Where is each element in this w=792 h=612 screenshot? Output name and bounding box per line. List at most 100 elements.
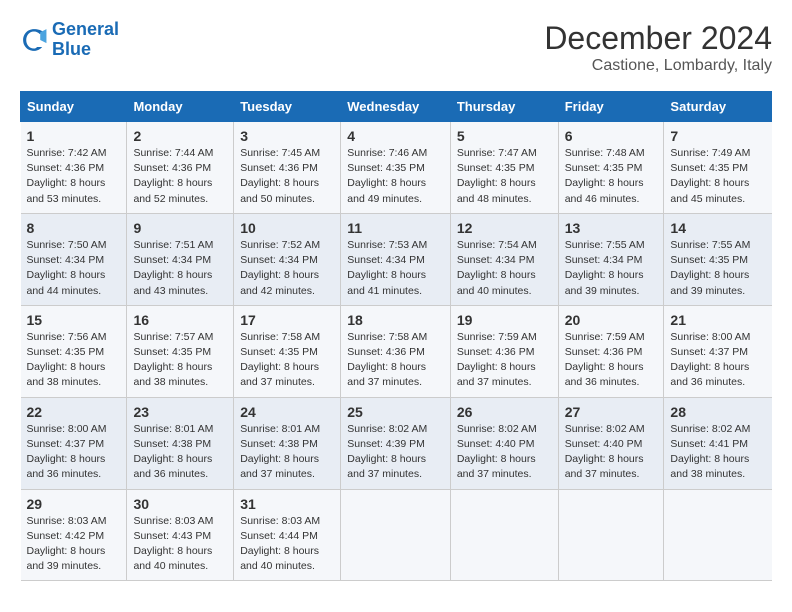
calendar-cell: [341, 489, 451, 581]
calendar-cell: [558, 489, 664, 581]
day-info: Sunrise: 7:55 AMSunset: 4:34 PMDaylight:…: [565, 238, 658, 299]
location: Castione, Lombardy, Italy: [544, 57, 772, 75]
calendar-week-5: 29Sunrise: 8:03 AMSunset: 4:42 PMDayligh…: [21, 489, 772, 581]
day-info: Sunrise: 7:51 AMSunset: 4:34 PMDaylight:…: [133, 238, 227, 299]
logo-icon: [20, 26, 48, 54]
calendar-cell: 6 Sunrise: 7:48 AMSunset: 4:35 PMDaylight…: [558, 122, 664, 214]
title-block: December 2024 Castione, Lombardy, Italy: [544, 20, 772, 75]
day-number: 21: [670, 312, 765, 328]
day-number: 28: [670, 404, 765, 420]
calendar-cell: 17 Sunrise: 7:58 AMSunset: 4:35 PMDayligh…: [234, 305, 341, 397]
day-number: 25: [347, 404, 444, 420]
day-info: Sunrise: 7:44 AMSunset: 4:36 PMDaylight:…: [133, 146, 227, 207]
weekday-header-monday: Monday: [127, 92, 234, 122]
day-number: 12: [457, 220, 552, 236]
calendar-cell: 14 Sunrise: 7:55 AMSunset: 4:35 PMDayligh…: [664, 213, 772, 305]
day-info: Sunrise: 8:03 AMSunset: 4:43 PMDaylight:…: [133, 514, 227, 575]
day-info: Sunrise: 7:57 AMSunset: 4:35 PMDaylight:…: [133, 330, 227, 391]
day-number: 23: [133, 404, 227, 420]
day-info: Sunrise: 7:58 AMSunset: 4:36 PMDaylight:…: [347, 330, 444, 391]
day-info: Sunrise: 7:55 AMSunset: 4:35 PMDaylight:…: [670, 238, 765, 299]
day-number: 22: [27, 404, 121, 420]
day-info: Sunrise: 7:52 AMSunset: 4:34 PMDaylight:…: [240, 238, 334, 299]
weekday-header-tuesday: Tuesday: [234, 92, 341, 122]
day-number: 24: [240, 404, 334, 420]
calendar-cell: [450, 489, 558, 581]
calendar-cell: 19 Sunrise: 7:59 AMSunset: 4:36 PMDayligh…: [450, 305, 558, 397]
day-info: Sunrise: 7:45 AMSunset: 4:36 PMDaylight:…: [240, 146, 334, 207]
day-number: 14: [670, 220, 765, 236]
day-number: 10: [240, 220, 334, 236]
day-number: 30: [133, 496, 227, 512]
day-number: 1: [27, 128, 121, 144]
day-info: Sunrise: 8:02 AMSunset: 4:39 PMDaylight:…: [347, 422, 444, 483]
weekday-header-saturday: Saturday: [664, 92, 772, 122]
calendar-cell: [664, 489, 772, 581]
day-number: 18: [347, 312, 444, 328]
day-info: Sunrise: 8:02 AMSunset: 4:40 PMDaylight:…: [457, 422, 552, 483]
weekday-header-wednesday: Wednesday: [341, 92, 451, 122]
month-year: December 2024: [544, 20, 772, 57]
day-info: Sunrise: 8:01 AMSunset: 4:38 PMDaylight:…: [240, 422, 334, 483]
day-number: 17: [240, 312, 334, 328]
day-info: Sunrise: 7:47 AMSunset: 4:35 PMDaylight:…: [457, 146, 552, 207]
calendar-cell: 21 Sunrise: 8:00 AMSunset: 4:37 PMDayligh…: [664, 305, 772, 397]
day-number: 19: [457, 312, 552, 328]
page-header: General Blue December 2024 Castione, Lom…: [20, 20, 772, 75]
weekday-header-friday: Friday: [558, 92, 664, 122]
day-info: Sunrise: 8:02 AMSunset: 4:41 PMDaylight:…: [670, 422, 765, 483]
calendar-cell: 22Sunrise: 8:00 AMSunset: 4:37 PMDayligh…: [21, 397, 127, 489]
calendar-cell: 16Sunrise: 7:57 AMSunset: 4:35 PMDayligh…: [127, 305, 234, 397]
day-info: Sunrise: 8:02 AMSunset: 4:40 PMDaylight:…: [565, 422, 658, 483]
day-info: Sunrise: 8:03 AMSunset: 4:44 PMDaylight:…: [240, 514, 334, 575]
calendar-cell: 9Sunrise: 7:51 AMSunset: 4:34 PMDaylight…: [127, 213, 234, 305]
day-info: Sunrise: 7:49 AMSunset: 4:35 PMDaylight:…: [670, 146, 765, 207]
day-number: 29: [27, 496, 121, 512]
weekday-header-thursday: Thursday: [450, 92, 558, 122]
calendar-cell: 18 Sunrise: 7:58 AMSunset: 4:36 PMDayligh…: [341, 305, 451, 397]
day-info: Sunrise: 7:50 AMSunset: 4:34 PMDaylight:…: [27, 238, 121, 299]
calendar-cell: 25 Sunrise: 8:02 AMSunset: 4:39 PMDayligh…: [341, 397, 451, 489]
calendar-cell: 24 Sunrise: 8:01 AMSunset: 4:38 PMDayligh…: [234, 397, 341, 489]
calendar-cell: 13 Sunrise: 7:55 AMSunset: 4:34 PMDayligh…: [558, 213, 664, 305]
day-number: 31: [240, 496, 334, 512]
day-number: 5: [457, 128, 552, 144]
day-info: Sunrise: 7:59 AMSunset: 4:36 PMDaylight:…: [457, 330, 552, 391]
logo-text: General Blue: [52, 20, 119, 60]
logo: General Blue: [20, 20, 119, 60]
day-number: 11: [347, 220, 444, 236]
calendar-cell: 3Sunrise: 7:45 AMSunset: 4:36 PMDaylight…: [234, 122, 341, 214]
calendar-cell: 15Sunrise: 7:56 AMSunset: 4:35 PMDayligh…: [21, 305, 127, 397]
calendar-cell: 5 Sunrise: 7:47 AMSunset: 4:35 PMDaylight…: [450, 122, 558, 214]
calendar-cell: 10 Sunrise: 7:52 AMSunset: 4:34 PMDayligh…: [234, 213, 341, 305]
calendar-cell: 27Sunrise: 8:02 AMSunset: 4:40 PMDayligh…: [558, 397, 664, 489]
calendar-cell: 26 Sunrise: 8:02 AMSunset: 4:40 PMDayligh…: [450, 397, 558, 489]
day-number: 4: [347, 128, 444, 144]
calendar-cell: 2 Sunrise: 7:44 AMSunset: 4:36 PMDaylight…: [127, 122, 234, 214]
day-info: Sunrise: 7:58 AMSunset: 4:35 PMDaylight:…: [240, 330, 334, 391]
calendar-week-4: 22Sunrise: 8:00 AMSunset: 4:37 PMDayligh…: [21, 397, 772, 489]
day-info: Sunrise: 8:00 AMSunset: 4:37 PMDaylight:…: [670, 330, 765, 391]
day-info: Sunrise: 7:53 AMSunset: 4:34 PMDaylight:…: [347, 238, 444, 299]
calendar-cell: 29Sunrise: 8:03 AMSunset: 4:42 PMDayligh…: [21, 489, 127, 581]
day-info: Sunrise: 7:59 AMSunset: 4:36 PMDaylight:…: [565, 330, 658, 391]
calendar-cell: 31 Sunrise: 8:03 AMSunset: 4:44 PMDayligh…: [234, 489, 341, 581]
day-number: 6: [565, 128, 658, 144]
weekday-header-sunday: Sunday: [21, 92, 127, 122]
day-number: 8: [27, 220, 121, 236]
calendar-cell: 23 Sunrise: 8:01 AMSunset: 4:38 PMDayligh…: [127, 397, 234, 489]
day-info: Sunrise: 8:01 AMSunset: 4:38 PMDaylight:…: [133, 422, 227, 483]
calendar-cell: 4Sunrise: 7:46 AMSunset: 4:35 PMDaylight…: [341, 122, 451, 214]
day-number: 26: [457, 404, 552, 420]
day-number: 2: [133, 128, 227, 144]
calendar-cell: 8 Sunrise: 7:50 AMSunset: 4:34 PMDaylight…: [21, 213, 127, 305]
calendar-cell: 7 Sunrise: 7:49 AMSunset: 4:35 PMDaylight…: [664, 122, 772, 214]
calendar-cell: 20 Sunrise: 7:59 AMSunset: 4:36 PMDayligh…: [558, 305, 664, 397]
day-number: 20: [565, 312, 658, 328]
day-info: Sunrise: 7:48 AMSunset: 4:35 PMDaylight:…: [565, 146, 658, 207]
calendar-cell: 30 Sunrise: 8:03 AMSunset: 4:43 PMDayligh…: [127, 489, 234, 581]
calendar-cell: 11 Sunrise: 7:53 AMSunset: 4:34 PMDayligh…: [341, 213, 451, 305]
calendar-table: SundayMondayTuesdayWednesdayThursdayFrid…: [20, 91, 772, 581]
day-number: 7: [670, 128, 765, 144]
day-number: 13: [565, 220, 658, 236]
